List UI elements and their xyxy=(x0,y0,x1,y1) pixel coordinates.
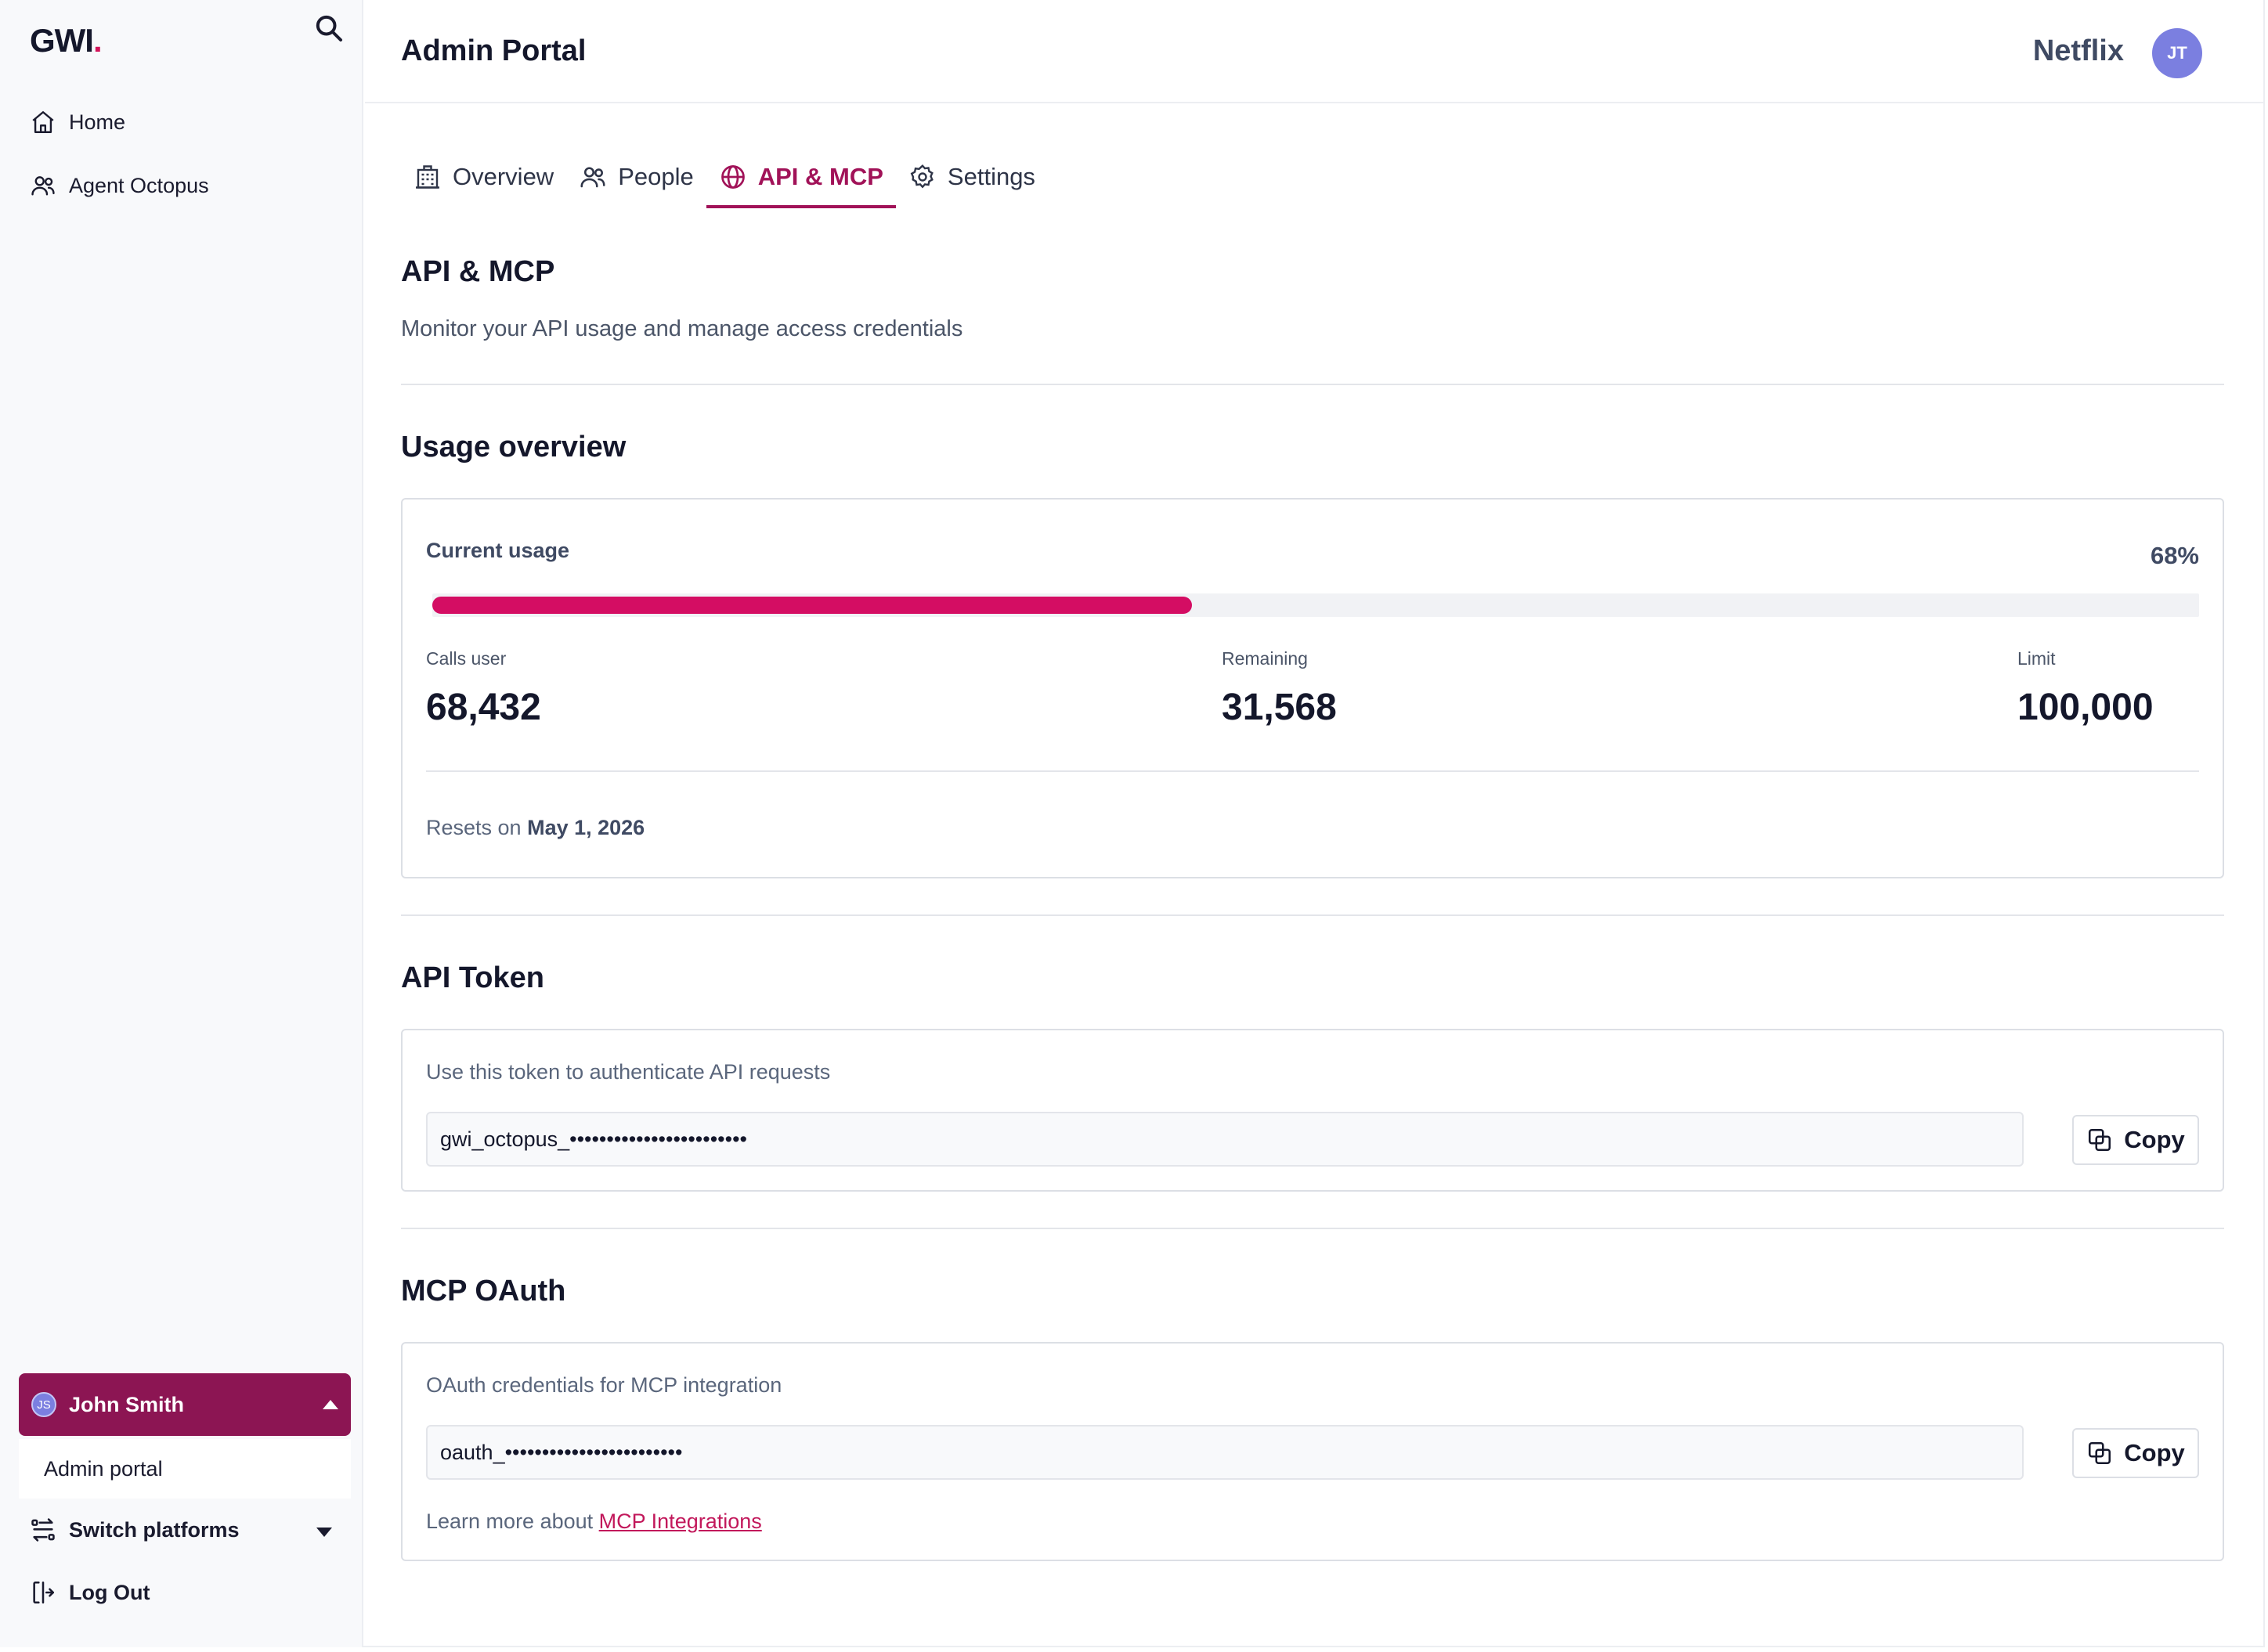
copy-icon xyxy=(2089,1441,2111,1465)
sidebar-item-home[interactable]: Home xyxy=(30,103,125,142)
section-title: API & MCP xyxy=(401,255,555,288)
copy-oauth-button[interactable]: Copy xyxy=(2072,1428,2199,1478)
sidebar-item-label: Home xyxy=(69,110,126,134)
mcp-oauth-hint: OAuth credentials for MCP integration xyxy=(426,1373,782,1397)
people-icon xyxy=(580,167,605,188)
usage-progress-track xyxy=(432,593,2199,617)
stat-remaining-label: Remaining xyxy=(1222,648,1308,669)
gear-icon xyxy=(910,164,934,189)
divider xyxy=(401,914,2224,916)
top-header: Admin Portal Netflix JT xyxy=(365,0,2265,103)
copy-icon xyxy=(2089,1128,2111,1152)
learn-more-text: Learn more about MCP Integrations xyxy=(426,1510,762,1534)
globe-icon xyxy=(720,165,745,189)
copy-label: Copy xyxy=(2124,1439,2185,1466)
org-name: Netflix xyxy=(2032,34,2124,67)
tab-label: Overview xyxy=(453,163,554,190)
api-token-field[interactable]: gwi_octopus_•••••••••••••••••••••••• xyxy=(426,1112,2024,1167)
stat-calls-label: Calls user xyxy=(426,648,507,669)
resets-prefix: Resets on xyxy=(426,816,522,839)
mcp-oauth-card: OAuth credentials for MCP integration oa… xyxy=(401,1342,2224,1561)
mcp-oauth-field[interactable]: oauth_•••••••••••••••••••••••• xyxy=(426,1425,2024,1480)
sidebar: GWI. Home Agent Octopus JS John Smith Ad… xyxy=(0,0,363,1647)
switch-arrows-icon xyxy=(31,1518,55,1542)
switch-platforms-button[interactable]: Switch platforms xyxy=(30,1510,240,1549)
tab-settings[interactable]: Settings xyxy=(896,146,1048,208)
tab-label: People xyxy=(618,163,694,190)
gwi-logo[interactable]: GWI. xyxy=(30,22,103,60)
tab-label: Settings xyxy=(947,163,1035,190)
card-divider xyxy=(426,770,2199,772)
tab-people[interactable]: People xyxy=(566,146,706,208)
tab-overview[interactable]: Overview xyxy=(401,146,566,208)
chevron-up-icon xyxy=(323,1400,338,1409)
users-icon xyxy=(31,176,55,196)
mcp-integrations-link[interactable]: MCP Integrations xyxy=(599,1510,762,1533)
submenu-admin-portal[interactable]: Admin portal xyxy=(19,1439,351,1499)
logout-icon xyxy=(33,1581,55,1604)
home-icon xyxy=(32,111,54,133)
logout-label: Log Out xyxy=(69,1580,150,1604)
user-name: John Smith xyxy=(69,1392,184,1416)
tab-label: API & MCP xyxy=(757,163,883,190)
chevron-down-icon[interactable] xyxy=(316,1528,332,1537)
search-icon[interactable] xyxy=(313,13,345,44)
avatar[interactable]: JT xyxy=(2152,28,2202,78)
api-token-heading: API Token xyxy=(401,961,544,994)
tab-api-mcp[interactable]: API & MCP xyxy=(706,146,897,208)
logo-text: GWI xyxy=(30,22,94,59)
api-token-card: Use this token to authenticate API reque… xyxy=(401,1029,2224,1192)
usage-progress-fill xyxy=(432,597,1193,614)
api-token-hint: Use this token to authenticate API reque… xyxy=(426,1060,831,1084)
copy-api-token-button[interactable]: Copy xyxy=(2072,1115,2199,1165)
building-icon xyxy=(416,165,439,189)
usage-percent: 68% xyxy=(2150,542,2199,569)
learn-prefix: Learn more about xyxy=(426,1510,594,1533)
usage-card: Current usage 68% Calls user 68,432 Rema… xyxy=(401,498,2224,878)
tab-bar: Overview People API & MCP Settings xyxy=(401,146,1048,208)
stat-calls-value: 68,432 xyxy=(426,687,541,728)
resets-date: May 1, 2026 xyxy=(527,816,645,839)
logout-button[interactable]: Log Out xyxy=(30,1573,150,1612)
page-title: Admin Portal xyxy=(401,34,587,67)
logo-dot: . xyxy=(92,22,103,59)
resets-text: Resets on May 1, 2026 xyxy=(426,816,645,840)
stat-remaining-value: 31,568 xyxy=(1222,687,1337,728)
user-menu-button[interactable]: JS John Smith xyxy=(19,1373,351,1436)
stat-limit-value: 100,000 xyxy=(2017,687,2154,728)
mcp-oauth-heading: MCP OAuth xyxy=(401,1275,566,1308)
divider xyxy=(401,1228,2224,1229)
usage-heading: Usage overview xyxy=(401,431,627,463)
stat-limit-label: Limit xyxy=(2017,648,2056,669)
current-usage-label: Current usage xyxy=(426,539,570,562)
divider xyxy=(401,384,2224,385)
sidebar-item-label: Agent Octopus xyxy=(69,173,209,197)
user-avatar: JS xyxy=(31,1392,56,1417)
sidebar-item-agent-octopus[interactable]: Agent Octopus xyxy=(30,166,209,205)
copy-label: Copy xyxy=(2124,1126,2185,1153)
section-subtitle: Monitor your API usage and manage access… xyxy=(401,316,963,341)
switch-platforms-label: Switch platforms xyxy=(69,1517,240,1542)
